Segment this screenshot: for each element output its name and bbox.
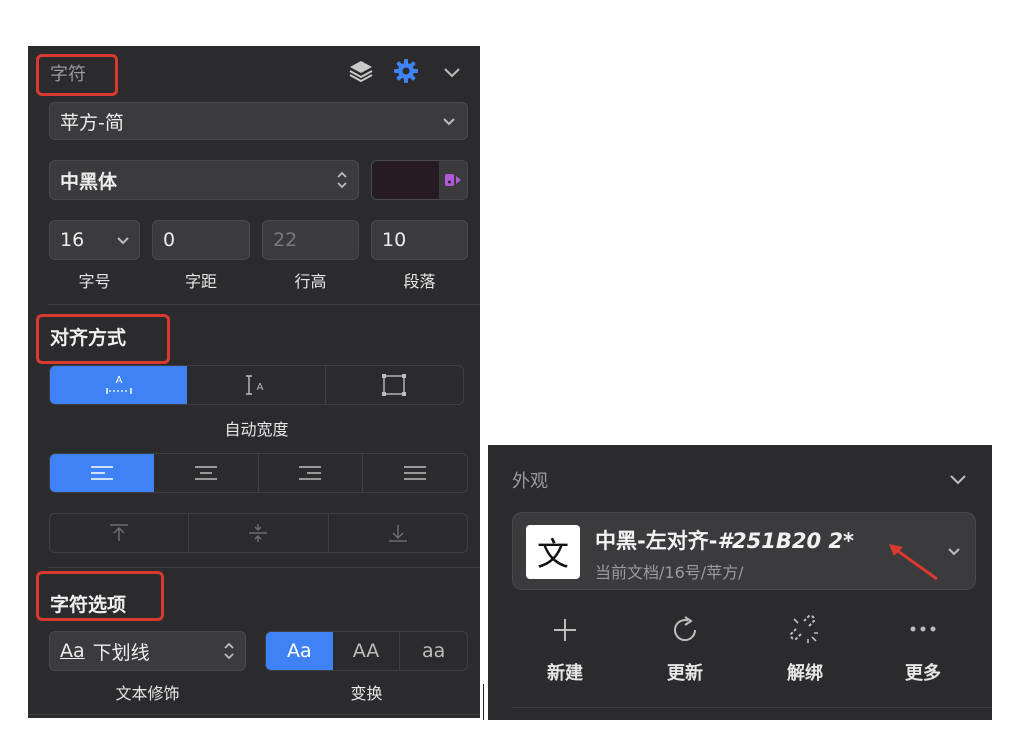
horizontal-align-segmented-control[interactable] (49, 453, 468, 493)
line-height-field[interactable]: 22 (262, 220, 359, 260)
letter-spacing-label: 字距 (184, 272, 217, 291)
line-height-label: 行高 (294, 272, 327, 291)
appearance-section-title: 外观 (512, 471, 548, 492)
refresh-icon (674, 616, 697, 642)
update-label: 更新 (667, 663, 703, 684)
decoration-sample: Aa (60, 640, 85, 662)
font-weight-value: 中黑体 (60, 170, 118, 193)
auto-width-option[interactable]: A (50, 366, 188, 404)
align-justify-option[interactable] (363, 454, 467, 492)
svg-text:A: A (115, 375, 122, 386)
collapse-chevron-icon[interactable] (438, 58, 466, 86)
new-label: 新建 (547, 663, 583, 684)
update-style-button[interactable]: 更新 (650, 613, 720, 685)
section-divider (48, 567, 480, 568)
font-size-stepper[interactable]: 16 (49, 220, 140, 260)
text-inspector-panel: 字符 苹方-简 中黑体 16 0 22 10 字号 字距 行高 段落 对齐方式 … (28, 46, 480, 718)
align-middle-option[interactable] (189, 514, 329, 552)
section-divider (512, 707, 992, 708)
paragraph-spacing-value: 10 (382, 229, 407, 251)
text-style-icon: 文 (526, 525, 580, 579)
separator-line (483, 684, 484, 720)
auto-height-option[interactable]: A (187, 366, 326, 404)
align-middle-icon (249, 524, 268, 542)
align-center-icon (194, 466, 217, 480)
text-transform-segmented-control[interactable]: Aa AA aa (265, 631, 468, 671)
align-top-option[interactable] (50, 514, 190, 552)
text-style-name: 中黑-左对齐-#251B20 2* (595, 525, 854, 555)
transform-uppercase-option[interactable]: AA (333, 632, 401, 670)
font-family-select[interactable]: 苹方-简 (49, 102, 468, 140)
align-right-icon (299, 466, 322, 480)
font-family-value: 苹方-简 (60, 111, 124, 134)
align-justify-icon (404, 466, 427, 480)
auto-width-icon: A (105, 375, 132, 394)
new-style-button[interactable]: 新建 (530, 613, 600, 685)
style-name-main: 中黑-左对齐- (595, 529, 718, 553)
highlight-box-alignment (36, 314, 170, 364)
appearance-panel: 外观 文 中黑-左对齐-#251B20 2* 当前文档/16号/苹方/ 新建 更… (488, 445, 992, 720)
align-left-option[interactable] (50, 454, 154, 492)
annotation-arrow-icon (889, 544, 938, 581)
transform-lowercase-option[interactable]: aa (400, 632, 467, 670)
paragraph-spacing-label: 段落 (403, 272, 436, 291)
letter-spacing-value: 0 (163, 229, 176, 251)
chevron-down-icon (117, 237, 129, 245)
text-transform-label: 变换 (350, 684, 383, 703)
align-left-icon (90, 466, 113, 480)
style-name-suffix: #251B20 2* (717, 529, 855, 553)
chevron-down-icon[interactable] (947, 547, 961, 557)
svg-text:A: A (257, 382, 264, 393)
text-color-swatch[interactable] (371, 160, 468, 200)
highlight-box-character-options (36, 571, 164, 621)
align-right-option[interactable] (259, 454, 364, 492)
text-decoration-select[interactable]: Aa 下划线 (49, 631, 246, 671)
text-sizing-segmented-control[interactable]: A A (49, 365, 464, 405)
text-sizing-label: 自动宽度 (224, 420, 289, 439)
section-divider (48, 304, 480, 305)
align-top-icon (110, 524, 129, 541)
auto-height-icon: A (245, 375, 264, 395)
unlink-icon (790, 615, 818, 643)
highlight-box-character (36, 54, 118, 96)
font-weight-select[interactable]: 中黑体 (49, 160, 359, 200)
section-divider (28, 714, 480, 715)
chevron-down-icon (443, 118, 455, 126)
align-bottom-icon (388, 525, 407, 542)
letter-spacing-field[interactable]: 0 (152, 220, 250, 260)
up-down-chevron-icon (337, 171, 347, 189)
align-bottom-option[interactable] (329, 514, 467, 552)
decoration-value: 下划线 (92, 641, 150, 664)
more-dots-icon (910, 626, 936, 632)
vertical-align-segmented-control[interactable] (49, 513, 468, 553)
text-style-card[interactable]: 文 中黑-左对齐-#251B20 2* 当前文档/16号/苹方/ (512, 512, 976, 590)
collapse-chevron-icon[interactable] (944, 467, 972, 491)
detach-style-button[interactable]: 解绑 (770, 613, 840, 685)
plus-icon (554, 619, 576, 641)
font-size-value: 16 (60, 229, 85, 251)
font-size-label: 字号 (78, 272, 111, 291)
layers-icon[interactable] (346, 56, 376, 86)
fixed-size-icon (382, 374, 407, 396)
more-button[interactable]: 更多 (888, 613, 958, 685)
color-picker-icon[interactable] (439, 161, 467, 199)
text-style-subtitle: 当前文档/16号/苹方/ (595, 563, 744, 582)
align-center-option[interactable] (154, 454, 259, 492)
line-height-value: 22 (273, 229, 298, 251)
paragraph-spacing-field[interactable]: 10 (371, 220, 468, 260)
settings-gear-icon[interactable] (391, 56, 421, 86)
text-decoration-label: 文本修饰 (115, 684, 180, 703)
fixed-size-option[interactable] (326, 366, 463, 404)
detach-label: 解绑 (787, 663, 823, 684)
up-down-chevron-icon (224, 642, 234, 660)
transform-none-option[interactable]: Aa (266, 632, 333, 670)
more-label: 更多 (905, 663, 941, 684)
